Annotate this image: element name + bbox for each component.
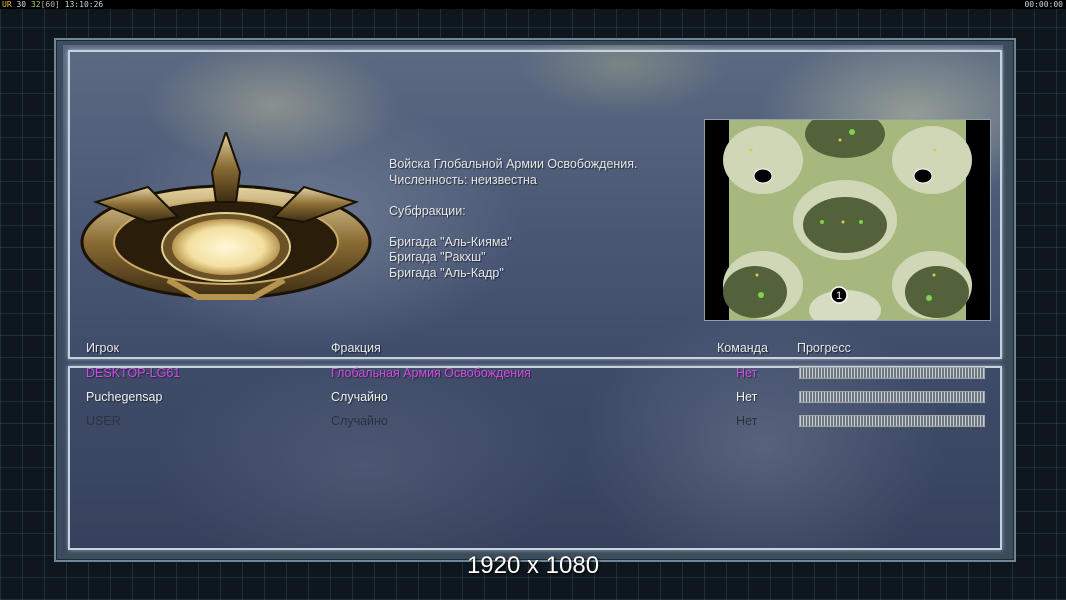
player-faction[interactable]: Глобальная Армия Освобождения — [331, 366, 531, 381]
fps-cap: [60] — [40, 0, 60, 9]
player-team[interactable]: Нет — [736, 390, 757, 405]
subfaction-item: Бригада "Аль-Кияма" — [389, 234, 512, 249]
player-name: DESKTOP-LG61 — [86, 366, 181, 380]
resolution-label: 1920 x 1080 — [466, 552, 600, 579]
debug-topbar: UR 30 32[60] 13:10:26 00:00:00 — [0, 0, 1066, 9]
minimap: 1 — [704, 119, 991, 321]
player-row[interactable]: Puchegensap Случайно Нет — [86, 390, 986, 408]
faction-strength: Численность: неизвестна — [389, 172, 537, 187]
subfaction-item: Бригада "Аль-Кадр" — [389, 265, 504, 280]
faction-title: Войска Глобальной Армии Освобождения. — [389, 157, 638, 171]
load-progress-bar — [799, 391, 985, 403]
header-faction: Фракция — [331, 341, 381, 355]
player-row[interactable]: USER Случайно Нет — [86, 414, 986, 432]
player-row[interactable]: DESKTOP-LG61 Глобальная Армия Освобожден… — [86, 366, 986, 384]
header-progress: Прогресс — [797, 341, 851, 355]
subfactions-heading: Субфракции: — [389, 203, 466, 218]
player-faction[interactable]: Случайно — [331, 390, 388, 405]
ur-label: UR — [2, 0, 12, 9]
faction-description: Войска Глобальной Армии Освобождения. Чи… — [389, 157, 699, 281]
fps-limit: 32 — [30, 0, 41, 9]
player-name: USER — [86, 414, 121, 428]
player-team[interactable]: Нет — [736, 414, 757, 429]
timer: 00:00:00 — [1024, 0, 1063, 9]
player-team[interactable]: Нет — [736, 366, 757, 381]
header-team: Команда — [717, 341, 768, 355]
start-position-label: 1 — [836, 290, 842, 302]
subfaction-item: Бригада "Ракхш" — [389, 250, 486, 264]
load-progress-bar — [799, 367, 985, 379]
header-player: Игрок — [86, 341, 119, 355]
player-faction[interactable]: Случайно — [331, 414, 388, 429]
fps-current: 30 — [16, 0, 27, 9]
clock: 13:10:26 — [64, 0, 104, 9]
gla-emblem-icon — [80, 132, 372, 300]
player-name: Puchegensap — [86, 390, 163, 404]
load-progress-bar — [799, 415, 985, 427]
